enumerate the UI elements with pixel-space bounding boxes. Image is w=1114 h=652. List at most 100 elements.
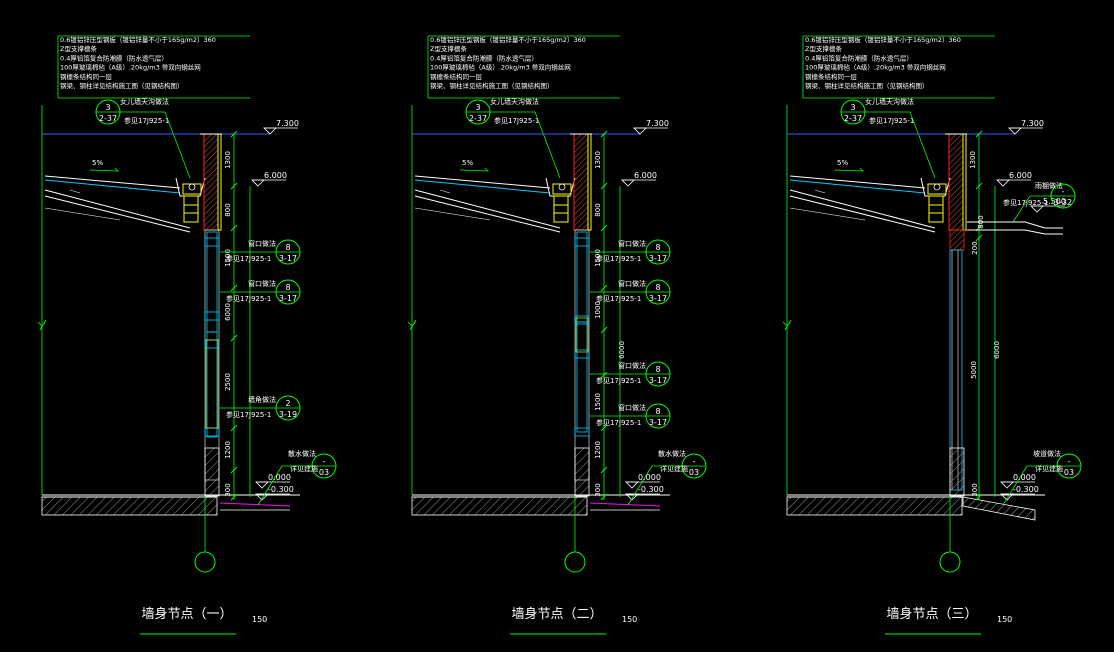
roof-line (69, 189, 81, 194)
callout-number: 8 (655, 243, 660, 252)
roof-line (414, 189, 561, 229)
roof-line (789, 207, 866, 221)
roof-line (44, 195, 191, 233)
panel-title: 墙身节点（三） (886, 606, 977, 622)
axis-bubble (939, 551, 961, 573)
floor-slab (786, 496, 963, 516)
apron-slope (589, 502, 661, 507)
callout-label: 窗口做法 (618, 239, 646, 248)
roof-line (789, 195, 936, 233)
steel-bracket (553, 195, 569, 223)
dim-text: 200 (971, 241, 979, 254)
roof-line (789, 189, 936, 229)
callout-see: 参见17J925-1 (596, 418, 641, 427)
parapet-wall (573, 133, 589, 231)
callout-label: 详见建施 (1035, 464, 1063, 473)
dim-text: 800 (594, 203, 602, 216)
gutter-insulation (552, 183, 572, 195)
callout-ref: 3-17 (649, 254, 667, 263)
panel-2: 0.6镀铝锌压型钢板（镀铝锌量不小于165g/m2）360Z型支撑檩条0.4厚铝… (407, 35, 707, 635)
callout-ref: 2-37 (469, 114, 487, 123)
callout-number: - (693, 457, 696, 466)
floor-slab (411, 496, 588, 516)
panel-title: 墙身节点（一） (141, 606, 232, 622)
callout-ref: 3-17 (279, 254, 297, 263)
wall-section-drawing: 0.6镀铝锌压型钢板（镀铝锌量不小于165g/m2）360Z型支撑檩条0.4厚铝… (37, 35, 1082, 635)
callout-ref: 3-19 (279, 410, 297, 419)
parapet-wall (203, 133, 219, 231)
callout-see: 参见17J925-1 (226, 410, 271, 419)
elevation-text: 0.000 (638, 473, 661, 482)
elevation-marker (1008, 127, 1022, 135)
cad-drawing-canvas: { "panels": [ { "title": "墙身节点（一）", "sca… (0, 0, 1114, 652)
gutter-detail (933, 183, 941, 191)
dim-text: 6000 (993, 341, 1001, 359)
elevation-text: 6.000 (634, 171, 657, 180)
callout-label: 女儿墙天沟做法 (865, 97, 914, 106)
window-frame (576, 321, 588, 433)
roof-line (414, 207, 491, 221)
scale-text: 150 (997, 615, 1012, 624)
steel-bracket (183, 195, 199, 223)
dim-text: 300 (971, 483, 979, 496)
callout-label: 窗口做法 (248, 279, 276, 288)
dim-text: 1300 (224, 151, 232, 169)
callout-leader (909, 111, 936, 179)
callout-see: 参见17J925-1 (596, 294, 641, 303)
scale-text: 150 (622, 615, 637, 624)
dim-text: 6000 (224, 303, 232, 321)
dim-text: 1500 (594, 393, 602, 411)
callout-label: 女儿墙天沟做法 (490, 97, 539, 106)
window-frame (206, 231, 218, 333)
elevation-text: 7.300 (276, 119, 299, 128)
dim-text: 1200 (224, 441, 232, 459)
elevation-marker (633, 127, 647, 135)
steel-bracket (928, 195, 944, 223)
callout-label: 窗口做法 (618, 403, 646, 412)
note-text: 钢檩条结构同一层 (60, 72, 113, 81)
dim-text: 300 (224, 483, 232, 496)
callout-see: 参见17J925-1 (494, 116, 539, 125)
callout-ref: 2-37 (99, 114, 117, 123)
panel-title: 墙身节点（二） (511, 606, 602, 622)
callout-ref: 2-37 (844, 114, 862, 123)
callout-number: 8 (655, 365, 660, 374)
callout-see: 参见17J925-1 (226, 254, 271, 263)
scale-text: 150 (252, 615, 267, 624)
callout-label: 墙角做法 (248, 395, 276, 404)
callout-label: 窗口做法 (618, 361, 646, 370)
callout-label: 雨棚做法 (1035, 181, 1063, 190)
callout-number: 8 (655, 407, 660, 416)
callout-ref: 03 (689, 468, 699, 477)
slope-arrow (89, 167, 120, 172)
callout-number: - (323, 457, 326, 466)
elevation-text: 6.000 (1009, 171, 1032, 180)
note-text: 钢檩条结构同一层 (805, 72, 858, 81)
callout-see: 参见17J925-1 (869, 116, 914, 125)
apron-slope (219, 502, 291, 507)
ramp (962, 496, 1036, 521)
callout-ref: 3-17 (649, 376, 667, 385)
slope-label: 5% (92, 159, 103, 167)
callout-label: 详见建施 (290, 464, 318, 473)
callout-number: 8 (655, 283, 660, 292)
dim-text: 1000 (594, 301, 602, 319)
dim-text: 1300 (594, 151, 602, 169)
roof-line (414, 195, 561, 233)
elevation-marker (1000, 481, 1014, 489)
callout-ref: 3-17 (649, 418, 667, 427)
note-text: 钢梁、钢柱详见结构施工图（见钢结构图） (430, 81, 554, 90)
note-text: 钢梁、钢柱详见结构施工图（见钢结构图） (60, 81, 184, 90)
callout-see: 参见17J925-1 (226, 294, 271, 303)
roof-line (439, 189, 451, 194)
elevation-marker (625, 481, 639, 489)
panel-3: 0.6镀铝锌压型钢板（镀铝锌量不小于165g/m2）360Z型支撑檩条0.4厚铝… (782, 35, 1082, 635)
callout-ref: 3-17 (649, 294, 667, 303)
base-wall (574, 447, 590, 497)
callout-leader (164, 111, 191, 179)
elevation-text: 7.300 (1021, 119, 1044, 128)
parapet-wall (948, 133, 964, 231)
dim-text: 6000 (618, 341, 626, 359)
base-wall (204, 447, 220, 497)
callout-number: 3 (105, 103, 110, 112)
